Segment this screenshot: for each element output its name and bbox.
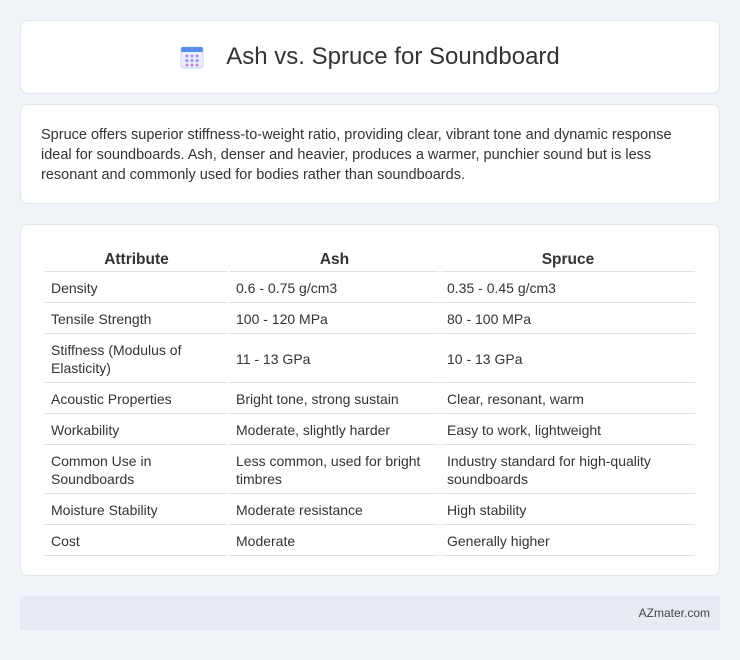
cell-ash: Less common, used for bright timbres	[230, 447, 439, 494]
column-header-attribute: Attribute	[45, 247, 228, 272]
cell-spruce: 10 - 13 GPa	[441, 336, 695, 383]
table-header-row: Attribute Ash Spruce	[45, 247, 695, 272]
intro-card: Spruce offers superior stiffness-to-weig…	[20, 104, 720, 204]
table-row: Common Use in Soundboards Less common, u…	[45, 447, 695, 494]
calendar-icon	[180, 46, 204, 69]
cell-spruce: Easy to work, lightweight	[441, 416, 695, 445]
table-row: Density 0.6 - 0.75 g/cm3 0.35 - 0.45 g/c…	[45, 274, 695, 303]
cell-spruce: High stability	[441, 496, 695, 525]
footer-bar: AZmater.com	[20, 596, 720, 630]
cell-ash: Moderate, slightly harder	[230, 416, 439, 445]
cell-spruce: 0.35 - 0.45 g/cm3	[441, 274, 695, 303]
table-row: Moisture Stability Moderate resistance H…	[45, 496, 695, 525]
cell-attribute: Acoustic Properties	[45, 385, 228, 414]
table-row: Workability Moderate, slightly harder Ea…	[45, 416, 695, 445]
cell-spruce: 80 - 100 MPa	[441, 305, 695, 334]
footer-brand: AZmater.com	[638, 606, 710, 620]
cell-attribute: Cost	[45, 527, 228, 556]
cell-attribute: Tensile Strength	[45, 305, 228, 334]
cell-attribute: Common Use in Soundboards	[45, 447, 228, 494]
intro-paragraph: Spruce offers superior stiffness-to-weig…	[41, 127, 672, 183]
cell-spruce: Industry standard for high-quality sound…	[441, 447, 695, 494]
cell-ash: Moderate	[230, 527, 439, 556]
cell-ash: 0.6 - 0.75 g/cm3	[230, 274, 439, 303]
cell-attribute: Workability	[45, 416, 228, 445]
table-row: Acoustic Properties Bright tone, strong …	[45, 385, 695, 414]
table-row: Stiffness (Modulus of Elasticity) 11 - 1…	[45, 336, 695, 383]
cell-ash: Bright tone, strong sustain	[230, 385, 439, 414]
column-header-ash: Ash	[230, 247, 439, 272]
cell-spruce: Clear, resonant, warm	[441, 385, 695, 414]
comparison-table: Attribute Ash Spruce Density 0.6 - 0.75 …	[43, 245, 697, 558]
title-card: Ash vs. Spruce for Soundboard	[20, 20, 720, 94]
title-wrap: Ash vs. Spruce for Soundboard	[180, 43, 560, 71]
table-row: Cost Moderate Generally higher	[45, 527, 695, 556]
cell-attribute: Moisture Stability	[45, 496, 228, 525]
page-title: Ash vs. Spruce for Soundboard	[226, 43, 560, 70]
cell-ash: 11 - 13 GPa	[230, 336, 439, 383]
cell-attribute: Stiffness (Modulus of Elasticity)	[45, 336, 228, 383]
column-header-spruce: Spruce	[441, 247, 695, 272]
cell-spruce: Generally higher	[441, 527, 695, 556]
cell-attribute: Density	[45, 274, 228, 303]
cell-ash: Moderate resistance	[230, 496, 439, 525]
comparison-card: Attribute Ash Spruce Density 0.6 - 0.75 …	[20, 224, 720, 576]
cell-ash: 100 - 120 MPa	[230, 305, 439, 334]
table-row: Tensile Strength 100 - 120 MPa 80 - 100 …	[45, 305, 695, 334]
